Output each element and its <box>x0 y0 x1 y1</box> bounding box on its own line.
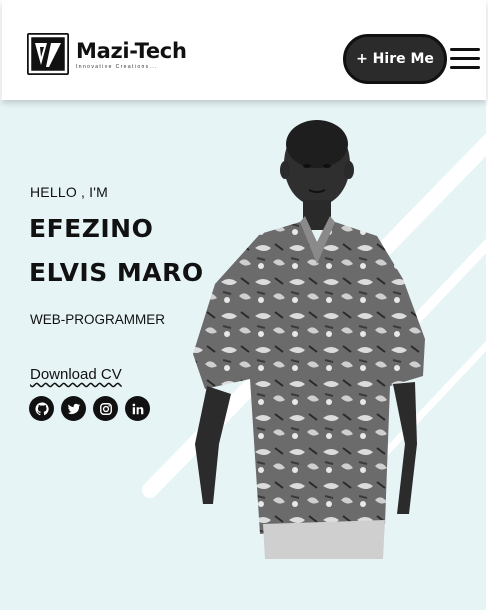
linkedin-icon[interactable] <box>125 396 150 421</box>
social-links <box>29 396 150 421</box>
site-header: Mazi-Tech Innovative Creations... + Hire… <box>2 0 486 100</box>
name-line-1: EFEZINO <box>29 214 154 243</box>
brand-logo[interactable]: Mazi-Tech Innovative Creations... <box>27 33 187 75</box>
hero-section: HELLO , I'M EFEZINO ELVIS MARO WEB-PROGR… <box>0 100 486 610</box>
github-icon[interactable] <box>29 396 54 421</box>
name-line-2: ELVIS MARO <box>29 258 204 287</box>
greeting-text: HELLO , I'M <box>30 184 109 200</box>
instagram-icon[interactable] <box>93 396 118 421</box>
hire-me-button[interactable]: + Hire Me <box>343 34 447 84</box>
role-text: WEB-PROGRAMMER <box>30 312 165 327</box>
brand-tagline: Innovative Creations... <box>76 63 158 70</box>
portrait-photo <box>185 104 475 569</box>
brand-name: Mazi-Tech <box>76 38 187 63</box>
logo-text: Mazi-Tech Innovative Creations... <box>76 39 187 70</box>
hamburger-menu-icon[interactable] <box>450 48 480 70</box>
logo-mark-icon <box>27 33 69 75</box>
twitter-icon[interactable] <box>61 396 86 421</box>
download-cv-link[interactable]: Download CV <box>30 366 122 383</box>
